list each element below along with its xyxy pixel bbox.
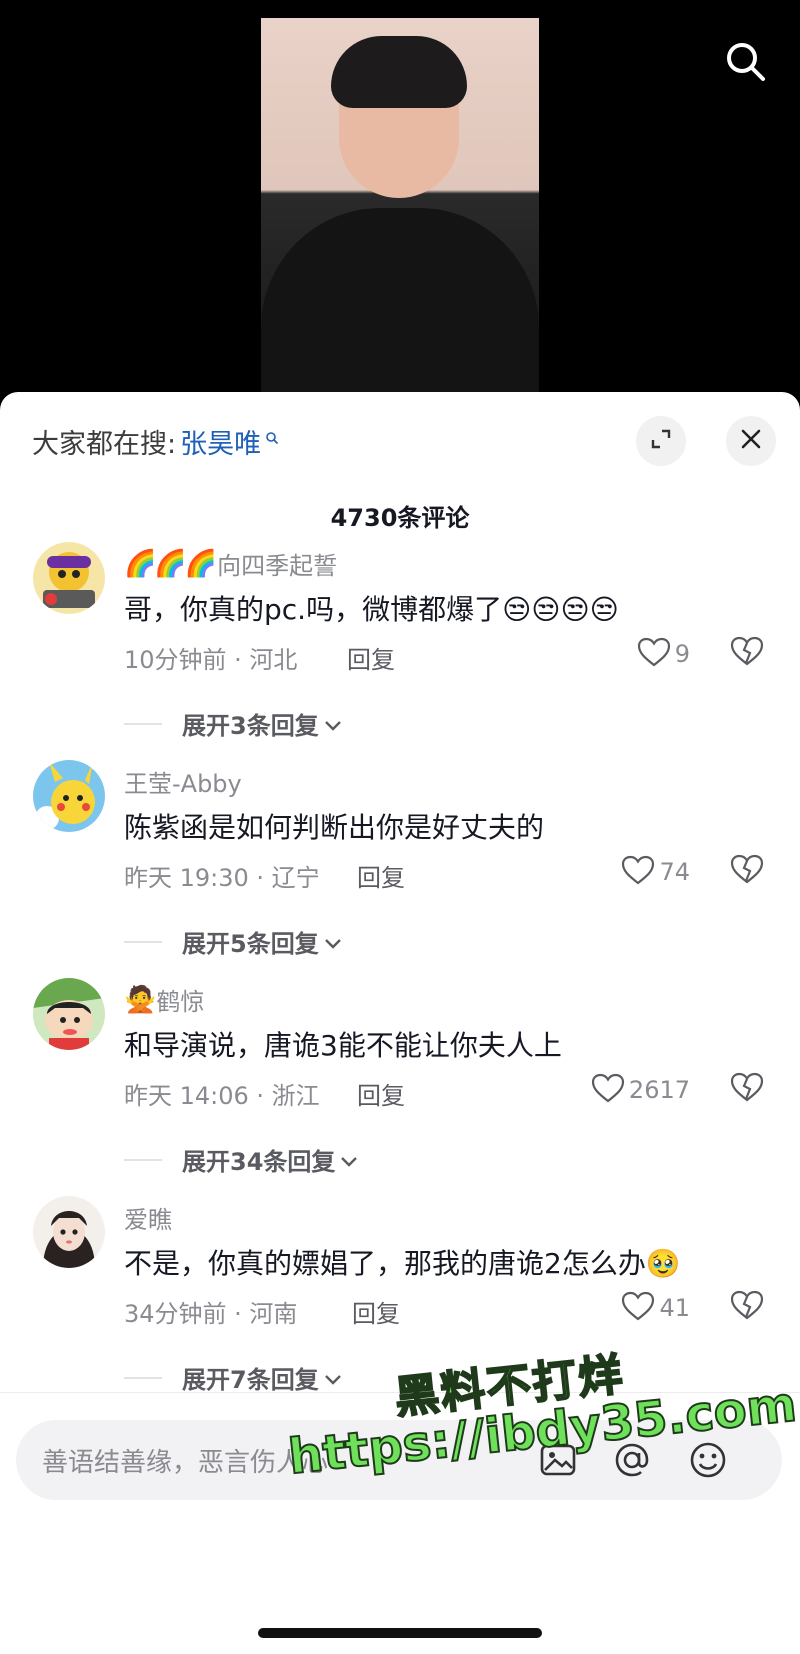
- like-button[interactable]: 74: [600, 854, 690, 890]
- like-count: 2617: [628, 1076, 690, 1104]
- expand-replies-button[interactable]: 展开5条回复: [124, 924, 343, 959]
- reply-button[interactable]: 回复: [357, 858, 405, 893]
- expand-button[interactable]: [636, 416, 686, 466]
- video-person-body: [261, 208, 539, 400]
- comment-text: 不是，你真的嫖娼了，那我的唐诡2怎么办🥹: [124, 1247, 681, 1280]
- broken-heart-icon: [730, 1290, 764, 1324]
- broken-heart-icon: [730, 636, 764, 670]
- expand-replies-label: 展开5条回复: [182, 930, 319, 958]
- expand-replies-button[interactable]: 展开34条回复: [124, 1142, 359, 1177]
- broken-heart-icon: [730, 1072, 764, 1106]
- like-count: 41: [659, 1294, 690, 1322]
- comment-item: 王莹-Abby 陈紫函是如何判断出你是好丈夫的 昨天 19:30 · 辽宁 回复…: [0, 760, 800, 986]
- expand-replies-button[interactable]: 展开3条回复: [124, 706, 343, 741]
- mini-search-icon: [265, 421, 279, 452]
- like-button[interactable]: 9: [620, 636, 690, 672]
- comment-count-title: 4730条评论: [330, 504, 470, 532]
- dislike-button[interactable]: [730, 1072, 764, 1106]
- reply-button[interactable]: 回复: [357, 1076, 405, 1111]
- video-area[interactable]: [0, 0, 800, 400]
- username-text: 鹤惊: [156, 988, 205, 1016]
- like-count: 9: [674, 640, 690, 668]
- user-badges: 🌈🌈🌈: [124, 548, 217, 579]
- dislike-button[interactable]: [730, 1290, 764, 1324]
- comment-item: 🌈🌈🌈 向四季起誓 哥，你真的pc.吗，微博都爆了😒😒😒😒 10分钟前 · 河北…: [0, 542, 800, 768]
- comment-item: 🙅 鹤惊 和导演说，唐诡3能不能让你夫人上 昨天 14:06 · 浙江 回复 2…: [0, 978, 800, 1204]
- chevron-down-icon: [323, 928, 343, 956]
- like-button[interactable]: 41: [610, 1290, 690, 1326]
- hot-search-prefix: 大家都在搜:: [32, 429, 177, 460]
- chevron-down-icon: [323, 710, 343, 738]
- expand-replies-label: 展开34条回复: [182, 1148, 336, 1176]
- divider-line: [124, 1376, 162, 1379]
- divider-line: [124, 722, 162, 725]
- dislike-button[interactable]: [730, 854, 764, 888]
- divider-line: [124, 940, 162, 943]
- reply-button[interactable]: 回复: [352, 1294, 400, 1329]
- expand-replies-label: 展开3条回复: [182, 712, 319, 740]
- user-badges: 🙅: [124, 984, 156, 1015]
- comment-username[interactable]: 🙅 鹤惊: [124, 982, 204, 1017]
- comment-text: 哥，你真的pc.吗，微博都爆了😒😒😒😒: [124, 593, 619, 626]
- like-button[interactable]: 2617: [570, 1072, 690, 1108]
- comment-input-placeholder: 善语结善缘，恶言伤人心: [42, 1448, 329, 1478]
- close-button[interactable]: [726, 416, 776, 466]
- comment-meta: 昨天 19:30 · 辽宁: [124, 864, 320, 892]
- username-text: 向四季起誓: [217, 552, 338, 580]
- search-icon[interactable]: [722, 38, 770, 86]
- avatar[interactable]: [33, 760, 105, 832]
- close-icon: [740, 428, 762, 454]
- video-person-hair: [331, 36, 467, 108]
- comment-text: 和导演说，唐诡3能不能让你夫人上: [124, 1029, 562, 1062]
- heart-icon: [621, 855, 655, 889]
- username-text: 爱瞧: [124, 1206, 172, 1234]
- like-count: 74: [659, 858, 690, 886]
- home-indicator: [258, 1628, 542, 1638]
- comment-text: 陈紫函是如何判断出你是好丈夫的: [124, 811, 545, 844]
- heart-icon: [591, 1073, 625, 1107]
- avatar[interactable]: [33, 1196, 105, 1268]
- chevron-down-icon: [339, 1146, 359, 1174]
- username-text: 王莹-Abby: [124, 770, 242, 798]
- hot-search-keyword[interactable]: 张昊唯: [180, 422, 261, 461]
- broken-heart-icon: [730, 854, 764, 888]
- reply-button[interactable]: 回复: [347, 640, 395, 675]
- divider-line: [124, 1158, 162, 1161]
- comment-meta: 昨天 14:06 · 浙江: [124, 1082, 320, 1110]
- dislike-button[interactable]: [730, 636, 764, 670]
- avatar[interactable]: [33, 978, 105, 1050]
- heart-icon: [621, 1291, 655, 1325]
- video-frame[interactable]: [261, 18, 539, 400]
- heart-icon: [637, 637, 671, 671]
- hot-search-bar[interactable]: 大家都在搜: 张昊唯: [32, 422, 279, 461]
- comment-meta: 10分钟前 · 河北: [124, 646, 298, 674]
- expand-icon: [649, 427, 673, 455]
- comment-meta: 34分钟前 · 河南: [124, 1300, 298, 1328]
- comment-username[interactable]: 🌈🌈🌈 向四季起誓: [124, 546, 337, 581]
- comment-username[interactable]: 王莹-Abby: [124, 764, 242, 799]
- comment-username[interactable]: 爱瞧: [124, 1200, 172, 1235]
- avatar[interactable]: [33, 542, 105, 614]
